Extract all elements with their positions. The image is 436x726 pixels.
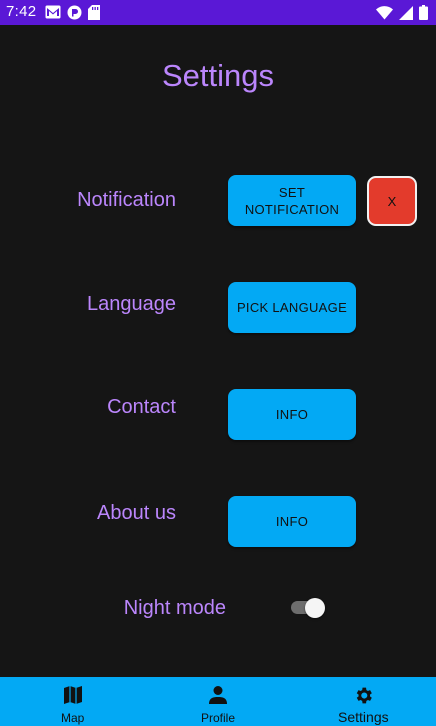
set-notification-button[interactable]: SET NOTIFICATION bbox=[228, 175, 356, 226]
status-time: 7:42 bbox=[6, 3, 37, 20]
pocket-icon bbox=[67, 5, 82, 25]
wifi-icon bbox=[376, 5, 393, 25]
gear-icon bbox=[353, 685, 374, 705]
night-mode-switch[interactable] bbox=[291, 598, 325, 618]
battery-icon bbox=[419, 5, 428, 25]
switch-thumb bbox=[305, 598, 325, 618]
contact-label: Contact bbox=[107, 396, 176, 418]
nav-label-map: Map bbox=[60, 711, 85, 725]
about-us-info-button[interactable]: INFO bbox=[228, 496, 356, 547]
pick-language-button[interactable]: PICK LANGUAGE bbox=[228, 282, 356, 333]
notification-icons bbox=[45, 5, 100, 25]
clear-notification-button[interactable]: X bbox=[367, 176, 417, 226]
language-label: Language bbox=[87, 293, 176, 315]
gmail-icon bbox=[45, 5, 61, 25]
system-icons bbox=[376, 5, 428, 25]
person-icon bbox=[208, 685, 228, 705]
status-bar: 7:42 bbox=[0, 0, 436, 25]
night-mode-label: Night mode bbox=[123, 597, 226, 619]
page-title: Settings bbox=[161, 58, 274, 93]
about-us-label: About us bbox=[97, 502, 176, 524]
sd-card-icon bbox=[88, 5, 100, 25]
map-icon bbox=[63, 685, 83, 705]
signal-icon bbox=[399, 5, 413, 25]
nav-item-settings[interactable]: Settings bbox=[291, 677, 436, 726]
notification-label: Notification bbox=[77, 189, 176, 211]
nav-item-map[interactable]: Map bbox=[0, 677, 145, 726]
bottom-navigation: Map Profile Settings bbox=[0, 677, 436, 726]
contact-info-button[interactable]: INFO bbox=[228, 389, 356, 440]
nav-item-profile[interactable]: Profile bbox=[145, 677, 290, 726]
nav-label-settings: Settings bbox=[338, 709, 389, 725]
nav-label-profile: Profile bbox=[200, 711, 235, 725]
